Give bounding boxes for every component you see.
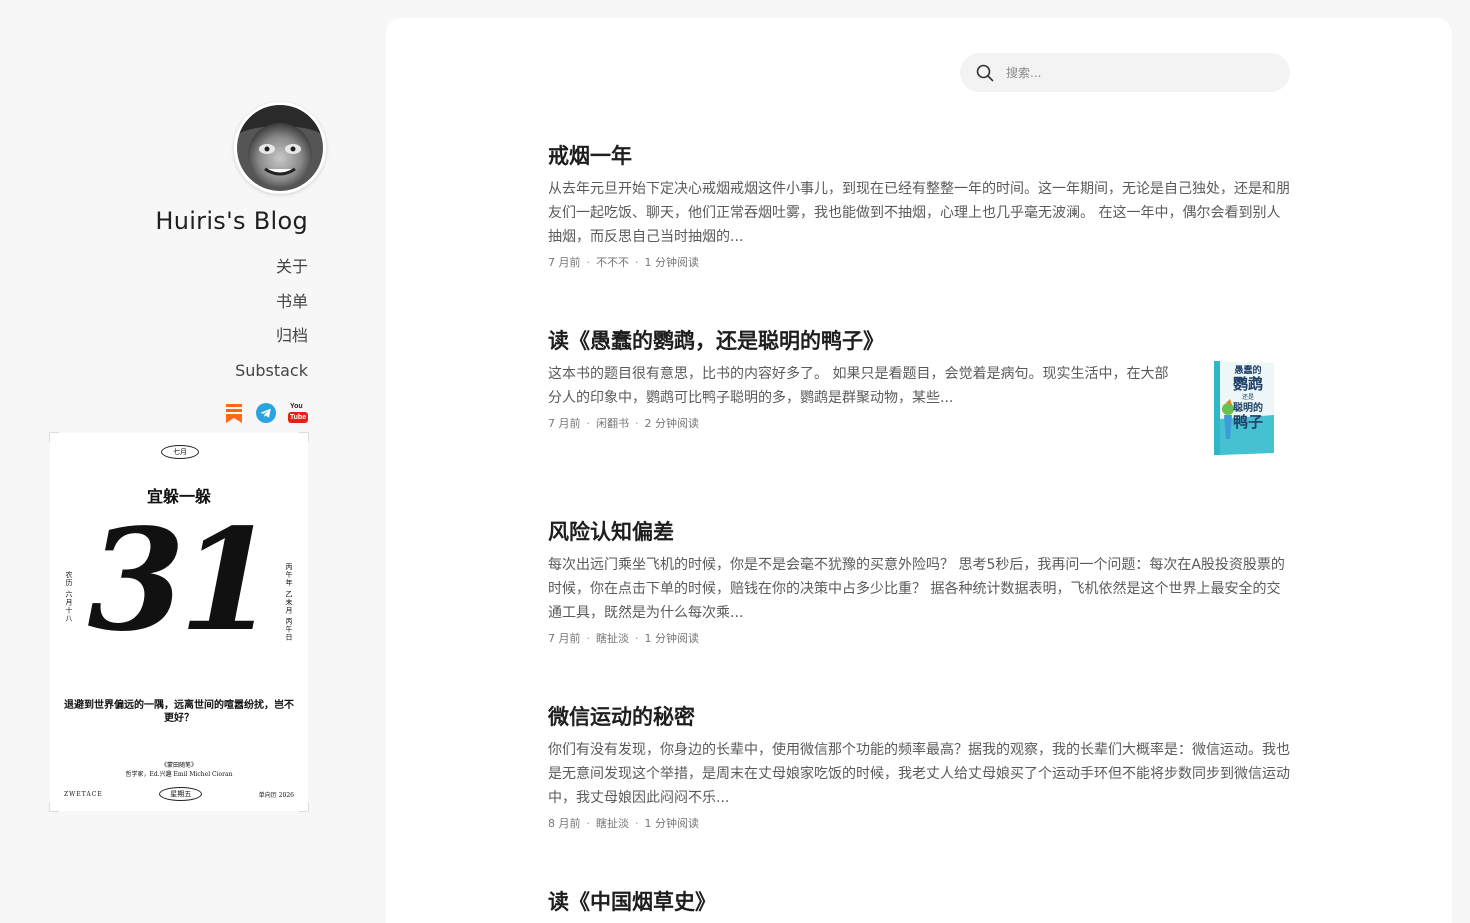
post-read-time: 1 分钟阅读 <box>644 817 700 830</box>
sidebar: Huiris's Blog 关于 书单 归档 Substack You Tube… <box>0 0 386 923</box>
post-title[interactable]: 读《愚蠢的鹦鹉，还是聪明的鸭子》 <box>548 327 1290 355</box>
post-tag[interactable]: 瞎扯淡 <box>596 817 629 830</box>
post-time: 7 月前 <box>548 256 581 269</box>
nav-item-archive[interactable]: 归档 <box>235 325 308 360</box>
avatar-image <box>237 105 323 191</box>
post-title[interactable]: 风险认知偏差 <box>548 518 1290 546</box>
post-meta: 7 月前 · 不不不 · 1 分钟阅读 <box>548 256 700 269</box>
social-links: You Tube <box>224 403 308 423</box>
substack-icon[interactable] <box>224 403 244 423</box>
blog-title[interactable]: Huiris's Blog <box>155 207 308 235</box>
nav-item-substack[interactable]: Substack <box>235 360 308 395</box>
post-title[interactable]: 微信运动的秘密 <box>548 703 1290 731</box>
calendar-lunar-date: 农历 六月十八 <box>65 571 73 623</box>
youtube-icon[interactable]: You Tube <box>288 403 308 423</box>
book-cover-text: 还是 <box>1242 394 1254 401</box>
post-time: 7 月前 <box>548 417 581 430</box>
calendar-source: 《蒙田随笔》 哲学家，Ed.兴趣 Emil Michel Cioran <box>50 761 308 779</box>
post-read-time: 2 分钟阅读 <box>644 417 700 430</box>
calendar-month: 七月 <box>161 445 199 459</box>
post-read-time: 1 分钟阅读 <box>644 256 700 269</box>
calendar-corner <box>299 432 309 442</box>
search-bar[interactable] <box>960 53 1290 92</box>
post-time: 8 月前 <box>548 817 581 830</box>
calendar-corner <box>49 802 59 812</box>
post-excerpt: 每次出远门乘坐飞机的时候，你是不是会毫不犹豫的买意外险吗？ 思考5秒后，我再问一… <box>548 557 1285 621</box>
post-item: 读《中国烟草史》 <box>548 888 1290 916</box>
post-meta: 8 月前 · 瞎扯淡 · 1 分钟阅读 <box>548 817 700 830</box>
search-input[interactable] <box>1006 53 1276 92</box>
nav-item-booklist[interactable]: 书单 <box>235 291 308 326</box>
nav-item-about[interactable]: 关于 <box>235 256 308 291</box>
calendar-footer: ZWETACE 星期五 单向历 2026 <box>64 787 294 801</box>
avatar[interactable] <box>234 102 326 194</box>
post-meta: 7 月前 · 瞎扯淡 · 1 分钟阅读 <box>548 632 700 645</box>
post-item: 戒烟一年 从去年元旦开始下定决心戒烟戒烟这件小事儿，到现在已经有整整一年的时间。… <box>548 142 1290 271</box>
post-tag[interactable]: 不不不 <box>596 256 629 269</box>
sidebar-nav: 关于 书单 归档 Substack <box>235 256 308 394</box>
calendar-ganzhi: 丙午年 乙未月 丙午日 <box>285 563 293 642</box>
book-cover-text: 鸭子 <box>1233 413 1263 431</box>
youtube-icon-top: You <box>290 403 303 410</box>
post-item: 读《愚蠢的鹦鹉，还是聪明的鸭子》 这本书的题目很有意思，比书的内容好多了。 如果… <box>548 327 1290 455</box>
telegram-icon[interactable] <box>256 403 276 423</box>
calendar-brand: ZWETACE <box>64 790 103 798</box>
post-tag[interactable]: 闲翻书 <box>596 417 629 430</box>
calendar-quote: 退避到世界偏远的一隅，远离世间的喧嚣纷扰，岂不更好？ <box>64 700 294 724</box>
main-content: 戒烟一年 从去年元旦开始下定决心戒烟戒烟这件小事儿，到现在已经有整整一年的时间。… <box>386 18 1452 923</box>
calendar-day: 31 <box>87 499 277 663</box>
calendar-weekday: 星期五 <box>159 787 203 801</box>
calendar-corner <box>49 432 59 442</box>
post-tag[interactable]: 瞎扯淡 <box>596 632 629 645</box>
calendar-year: 单向历 2026 <box>258 791 294 799</box>
post-item: 微信运动的秘密 你们有没有发现，你身边的长辈中，使用微信那个功能的频率最高？据我… <box>548 703 1290 832</box>
calendar-source-author: 哲学家，Ed.兴趣 Emil Michel Cioran <box>125 771 233 778</box>
post-read-time: 1 分钟阅读 <box>644 632 700 645</box>
post-time: 7 月前 <box>548 632 581 645</box>
post-title[interactable]: 读《中国烟草史》 <box>548 888 1290 916</box>
post-title[interactable]: 戒烟一年 <box>548 142 1290 170</box>
post-excerpt: 这本书的题目很有意思，比书的内容好多了。 如果只是看题目，会觉着是病句。现实生活… <box>548 366 1169 406</box>
post-meta: 7 月前 · 闲翻书 · 2 分钟阅读 <box>548 417 700 430</box>
post-excerpt: 你们有没有发现，你身边的长辈中，使用微信那个功能的频率最高？据我的观察，我的长辈… <box>548 742 1290 806</box>
book-cover-image: 愚蠢的 鹦鹉 还是 聪明的 鸭子 <box>1214 361 1274 455</box>
book-cover-thumbnail[interactable]: 愚蠢的 鹦鹉 还是 聪明的 鸭子 <box>1210 359 1276 455</box>
daily-calendar-card: 七月 宜躲一躲 31 农历 六月十八 丙午年 乙未月 丙午日 退避到世界偏远的一… <box>49 432 309 812</box>
post-excerpt: 从去年元旦开始下定决心戒烟戒烟这件小事儿，到现在已经有整整一年的时间。这一年期间… <box>548 181 1290 245</box>
calendar-source-book: 《蒙田随笔》 <box>160 762 197 769</box>
calendar-corner <box>299 802 309 812</box>
book-cover-text: 鹦鹉 <box>1232 375 1263 393</box>
search-icon <box>976 64 994 82</box>
youtube-icon-bottom: Tube <box>288 412 308 423</box>
post-item: 风险认知偏差 每次出远门乘坐飞机的时候，你是不是会毫不犹豫的买意外险吗？ 思考5… <box>548 518 1290 647</box>
